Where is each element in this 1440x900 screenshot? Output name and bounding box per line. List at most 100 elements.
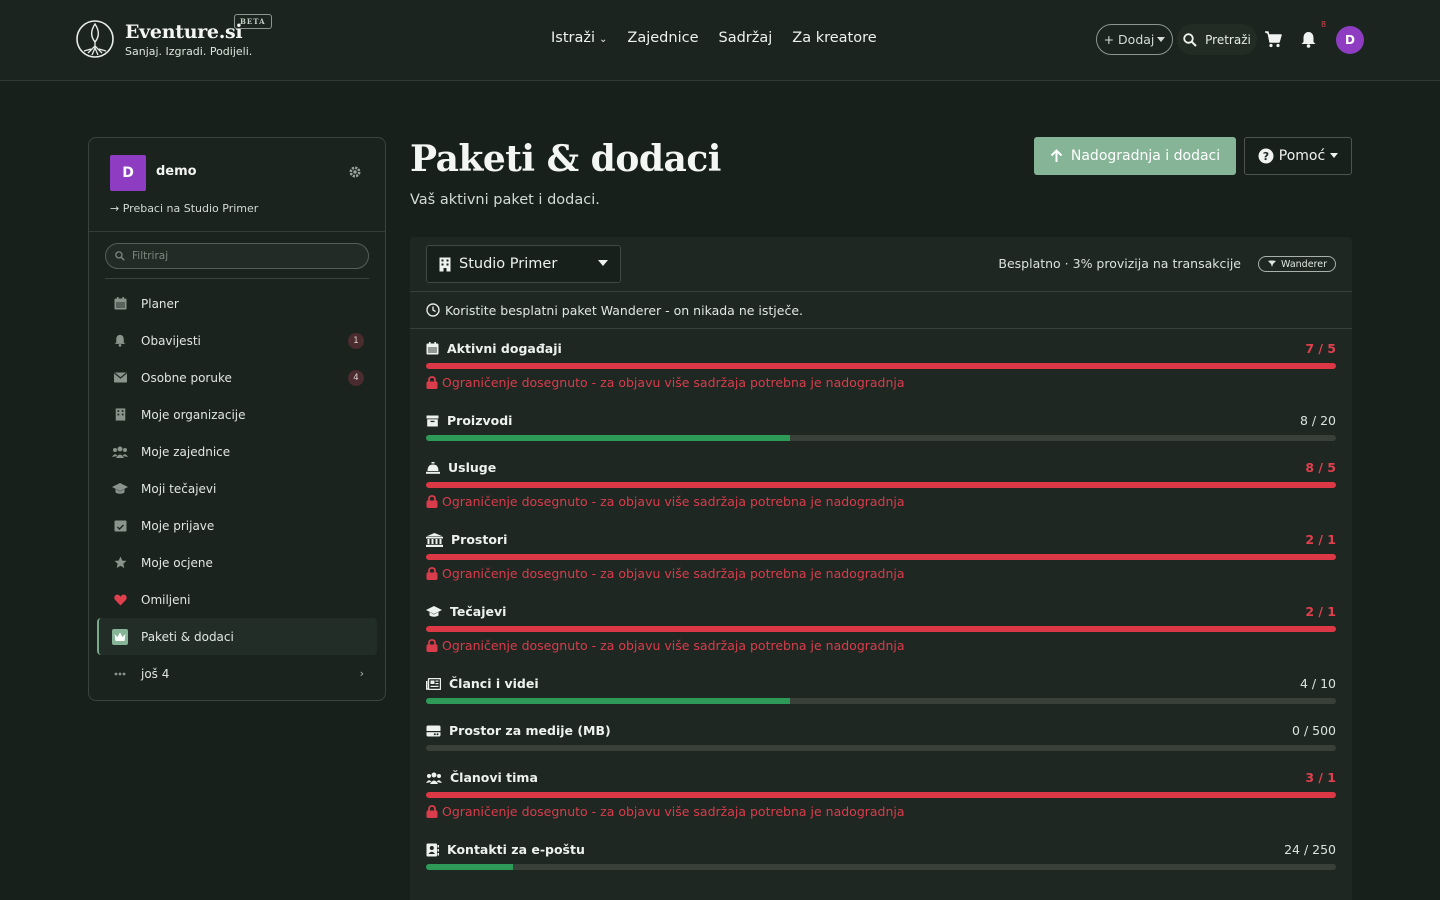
metric-label: Prostori: [426, 532, 507, 547]
progress-bar: [426, 792, 1336, 798]
search-icon: [1183, 32, 1197, 47]
box-icon: [426, 415, 439, 427]
clock-icon: [426, 303, 440, 317]
metric-value: 3 / 1: [1305, 770, 1336, 785]
sidebar-item-moje-zajednice[interactable]: Moje zajednice: [97, 433, 377, 470]
progress-fill: [426, 792, 1336, 798]
caret-down-icon: [1330, 153, 1339, 158]
metric-value: 8 / 20: [1299, 413, 1336, 428]
plan-badge-label: Wanderer: [1281, 258, 1327, 270]
progress-bar: [426, 554, 1336, 560]
chevron-right-icon: ›: [359, 667, 364, 680]
sidebar-item-osobne-poruke[interactable]: Osobne poruke 4: [97, 359, 377, 396]
hard-drive-icon: [426, 725, 441, 737]
organization-name: Studio Primer: [459, 256, 558, 272]
page-subtitle: Vaš aktivni paket i dodaci.: [410, 192, 600, 208]
metric-name: Proizvodi: [447, 413, 513, 428]
caret-down-icon: [1157, 36, 1166, 42]
heart-icon: [112, 592, 128, 608]
sidebar-item-obavijesti[interactable]: Obavijesti 1: [97, 322, 377, 359]
limit-warning: Ograničenje dosegnuto - za objavu više s…: [426, 566, 905, 581]
filter-input[interactable]: [132, 250, 352, 262]
progress-fill: [426, 554, 1336, 560]
switch-profile-label: Prebaci na Studio Primer: [122, 202, 259, 215]
metric-label: Proizvodi: [426, 413, 512, 428]
building-icon: [112, 407, 128, 423]
sidebar-item-label: Moje zajednice: [141, 444, 231, 459]
metric-value: 2 / 1: [1305, 532, 1336, 547]
gear-icon[interactable]: [348, 165, 362, 179]
sidebar-item-label: Moje organizacije: [141, 407, 246, 422]
notification-count: 8: [1321, 20, 1327, 29]
panel-header: Studio Primer Besplatno · 3% provizija n…: [410, 237, 1352, 292]
upgrade-button[interactable]: Nadogradnja i dodaci: [1034, 137, 1236, 175]
ellipsis-icon: [112, 666, 128, 682]
calendar-check-icon: [112, 518, 128, 534]
sidebar: D demo → Prebaci na Studio Primer Planer…: [88, 137, 386, 701]
plan-note-text: Koristite besplatni paket Wanderer - on …: [445, 302, 803, 318]
metric-name: Aktivni događaji: [447, 341, 562, 356]
feather-icon: [1268, 260, 1277, 267]
sidebar-item-moje-organizacije[interactable]: Moje organizacije: [97, 396, 377, 433]
nav-item-zajednice[interactable]: Zajednice: [627, 30, 698, 46]
organization-select[interactable]: Studio Primer: [426, 245, 621, 283]
metric-value: 8 / 5: [1305, 460, 1336, 475]
users-icon: [426, 772, 442, 784]
plan-info: Besplatno · 3% provizija na transakcije: [998, 256, 1241, 271]
metric-label: Članci i videi: [426, 676, 539, 691]
bell-icon[interactable]: [1300, 31, 1317, 48]
sidebar-item-paketi-dodaci[interactable]: Paketi & dodaci: [97, 618, 377, 655]
sidebar-item-label: Osobne poruke: [141, 370, 232, 385]
sidebar-filter: [105, 243, 369, 269]
progress-fill: [426, 482, 1336, 488]
user-avatar[interactable]: D: [1336, 26, 1364, 54]
metric-value: 0 / 500: [1292, 723, 1336, 738]
limit-warning: Ograničenje dosegnuto - za objavu više s…: [426, 638, 905, 653]
lock-icon: [426, 805, 438, 818]
sidebar-item-label: Omiljeni: [141, 592, 191, 607]
sidebar-item-label: Moji tečajevi: [141, 481, 217, 496]
sidebar-item-moje-prijave[interactable]: Moje prijave: [97, 507, 377, 544]
limit-warning: Ograničenje dosegnuto - za objavu više s…: [426, 804, 905, 819]
metric-value: 7 / 5: [1305, 341, 1336, 356]
nav-item-istrazi[interactable]: Istraži ⌄: [551, 30, 607, 46]
help-button-label: Pomoć: [1278, 148, 1326, 164]
bell-icon: [112, 333, 128, 349]
count-badge: 1: [348, 333, 364, 349]
progress-fill: [426, 363, 1336, 369]
sidebar-item-jos-4[interactable]: još 4 ›: [97, 655, 377, 692]
sidebar-item-omiljeni[interactable]: Omiljeni: [97, 581, 377, 618]
page-title: Paketi & dodaci: [410, 138, 721, 180]
sidebar-item-label: još 4: [141, 666, 170, 681]
brand-logo[interactable]: Eventure.si Sanjaj. Izgradi. Podijeli.: [74, 18, 252, 60]
sidebar-item-label: Paketi & dodaci: [141, 629, 234, 644]
progress-bar: [426, 626, 1336, 632]
help-button[interactable]: ? Pomoć: [1244, 137, 1352, 175]
upgrade-button-label: Nadogradnja i dodaci: [1070, 148, 1221, 164]
nav-item-label: Istraži: [551, 30, 596, 46]
svg-text:?: ?: [1263, 150, 1269, 163]
metric-label: Usluge: [426, 460, 496, 475]
cart-icon[interactable]: [1264, 30, 1282, 48]
plan-note: Koristite besplatni paket Wanderer - on …: [410, 292, 1352, 329]
metric-label: Tečajevi: [426, 604, 506, 619]
metric-name: Članci i videi: [449, 676, 539, 691]
beta-badge: BETA: [234, 14, 272, 29]
sidebar-item-moji-tecajevi[interactable]: Moji tečajevi: [97, 470, 377, 507]
search-button[interactable]: Pretraži: [1177, 24, 1257, 55]
limit-warning: Ograničenje dosegnuto - za objavu više s…: [426, 494, 905, 509]
count-badge: 4: [348, 370, 364, 386]
nav-item-sadrzaj[interactable]: Sadržaj: [719, 30, 773, 46]
sidebar-item-planer[interactable]: Planer: [97, 285, 377, 322]
add-button[interactable]: + Dodaj: [1096, 24, 1173, 55]
top-navbar: Eventure.si Sanjaj. Izgradi. Podijeli. B…: [0, 0, 1440, 81]
switch-profile-link[interactable]: → Prebaci na Studio Primer: [110, 202, 258, 215]
tree-logo-icon: [76, 20, 114, 58]
sidebar-item-moje-ocjene[interactable]: Moje ocjene: [97, 544, 377, 581]
metric-name: Tečajevi: [450, 604, 507, 619]
lock-icon: [426, 376, 438, 389]
metric-value: 24 / 250: [1284, 842, 1336, 857]
add-button-label: + Dodaj: [1103, 32, 1155, 47]
graduation-cap-icon: [112, 481, 128, 497]
nav-item-za-kreatore[interactable]: Za kreatore: [792, 30, 876, 46]
